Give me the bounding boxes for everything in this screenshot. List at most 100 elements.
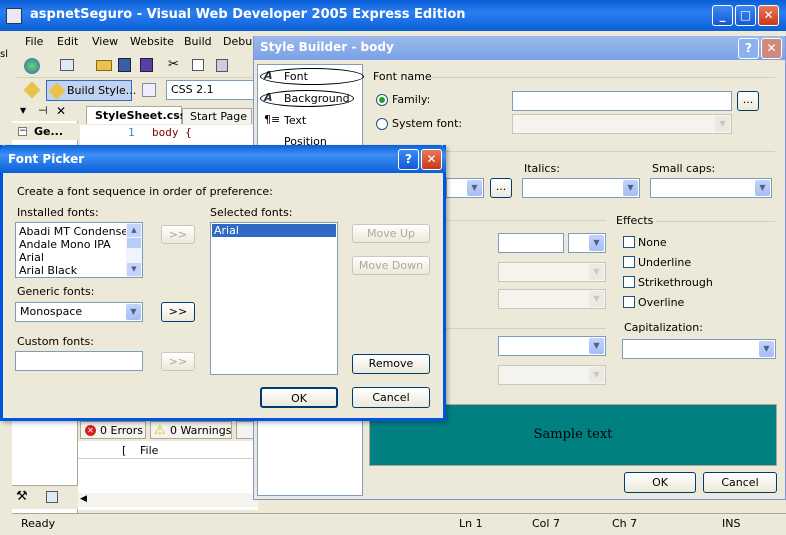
system-font-select[interactable]: ▼ bbox=[512, 114, 732, 134]
add-item-icon[interactable] bbox=[60, 59, 74, 71]
relative-size-select[interactable]: ▼ bbox=[498, 262, 606, 282]
code-editor[interactable]: 1 body { bbox=[80, 125, 260, 145]
system-font-radio[interactable] bbox=[376, 118, 388, 130]
new-project-icon[interactable] bbox=[24, 58, 40, 74]
horizontal-scrollbar[interactable]: ◀ bbox=[78, 493, 258, 507]
menu-website[interactable]: Website bbox=[130, 35, 174, 48]
menu-view[interactable]: View bbox=[92, 35, 118, 48]
help-icon[interactable]: ? bbox=[738, 38, 759, 59]
generic-fonts-select[interactable]: Monospace ▼ bbox=[15, 302, 143, 322]
column-file[interactable]: File bbox=[140, 444, 158, 457]
selected-font-item[interactable]: Arial bbox=[212, 224, 336, 237]
font-picker-close-icon[interactable]: ✕ bbox=[421, 149, 442, 170]
size-value-input[interactable] bbox=[498, 233, 564, 253]
bold-select[interactable]: ▼ bbox=[498, 336, 606, 356]
scroll-down-icon[interactable]: ▼ bbox=[127, 263, 141, 276]
menu-build[interactable]: Build bbox=[184, 35, 212, 48]
nav-item-text[interactable]: ¶≡ Text bbox=[260, 111, 360, 131]
scroll-thumb[interactable] bbox=[127, 238, 141, 248]
minimize-icon[interactable]: _ bbox=[712, 5, 733, 26]
save-all-icon[interactable] bbox=[140, 58, 153, 72]
installed-font-item[interactable]: Arial Black bbox=[19, 264, 77, 277]
absolute-size-select[interactable]: ▼ bbox=[498, 289, 606, 309]
family-label: Family: bbox=[392, 93, 431, 106]
tab-stylesheet[interactable]: StyleSheet.css bbox=[86, 106, 186, 124]
family-radio[interactable] bbox=[376, 94, 388, 106]
style-builder-cancel-button[interactable]: Cancel bbox=[703, 472, 777, 493]
bold-value-select[interactable]: ▼ bbox=[498, 365, 606, 385]
capitalization-select[interactable]: ▼ bbox=[622, 339, 776, 359]
close-pane-icon[interactable]: ✕ bbox=[56, 104, 66, 118]
paste-icon[interactable] bbox=[216, 59, 228, 72]
build-style-button[interactable]: Build Style... bbox=[46, 80, 136, 101]
style-builder-title-bar[interactable]: Style Builder - body ? ✕ bbox=[254, 36, 785, 60]
selected-fonts-list[interactable]: Arial bbox=[210, 222, 338, 375]
small-caps-label: Small caps: bbox=[652, 162, 716, 175]
installed-font-item[interactable]: Andale Mono IPA bbox=[19, 238, 111, 251]
properties-tab-icon[interactable] bbox=[46, 491, 58, 503]
custom-fonts-input[interactable] bbox=[15, 351, 143, 371]
nav-item-background[interactable]: A Background bbox=[260, 89, 360, 109]
font-picker-title-bar[interactable]: Font Picker ? ✕ bbox=[0, 145, 446, 173]
nav-item-position[interactable]: Position bbox=[260, 133, 360, 145]
font-picker-ok-button[interactable]: OK bbox=[260, 387, 338, 408]
add-generic-font-button[interactable]: >> bbox=[161, 302, 195, 322]
effect-overline-checkbox[interactable] bbox=[623, 296, 635, 308]
scroll-up-icon[interactable]: ▲ bbox=[127, 224, 141, 237]
add-installed-font-button[interactable]: >> bbox=[161, 225, 195, 244]
maximize-icon[interactable]: □ bbox=[735, 5, 756, 26]
effect-none-checkbox[interactable] bbox=[623, 236, 635, 248]
text-nav-icon: ¶≡ bbox=[264, 113, 281, 126]
installed-font-item[interactable]: Abadi MT Condensed bbox=[19, 225, 135, 238]
vs-title-bar[interactable]: aspnetSeguro - Visual Web Developer 2005… bbox=[0, 0, 786, 31]
size-select[interactable]: ▼ bbox=[446, 178, 484, 198]
installed-font-item[interactable]: Arial bbox=[19, 251, 44, 264]
installed-fonts-scrollbar[interactable]: ▲ ▼ bbox=[126, 223, 142, 277]
error-list-header: [ File bbox=[78, 443, 258, 459]
style-icon[interactable] bbox=[23, 81, 41, 99]
tree-item[interactable]: − Ge... bbox=[12, 123, 78, 140]
effect-underline-checkbox[interactable] bbox=[623, 256, 635, 268]
open-file-icon[interactable] bbox=[96, 60, 112, 71]
css-properties-icon[interactable] bbox=[142, 83, 156, 97]
status-line: Ln 1 bbox=[459, 517, 483, 530]
move-up-button[interactable]: Move Up bbox=[352, 224, 430, 243]
installed-fonts-list[interactable]: Abadi MT Condensed Andale Mono IPA Arial… bbox=[15, 222, 143, 278]
scroll-left-icon[interactable]: ◀ bbox=[80, 494, 87, 504]
warning-icon: ⚠ bbox=[154, 423, 166, 438]
copy-icon[interactable] bbox=[192, 59, 204, 71]
nav-item-font[interactable]: A Font bbox=[260, 67, 364, 87]
family-browse-button[interactable]: ... bbox=[737, 91, 759, 111]
css-version-select[interactable]: CSS 2.1 bbox=[166, 80, 256, 100]
style-builder-close-icon[interactable]: ✕ bbox=[761, 38, 782, 59]
remove-button[interactable]: Remove bbox=[352, 354, 430, 374]
tools-icon[interactable]: ⚒ bbox=[16, 489, 28, 504]
family-input[interactable] bbox=[512, 91, 732, 111]
collapse-icon[interactable]: − bbox=[18, 127, 27, 136]
dropdown-arrow-icon[interactable]: ▼ bbox=[20, 106, 26, 115]
small-caps-select[interactable]: ▼ bbox=[650, 178, 772, 198]
menu-file[interactable]: File bbox=[25, 35, 43, 48]
add-custom-font-button[interactable]: >> bbox=[161, 352, 195, 371]
installed-fonts-label: Installed fonts: bbox=[17, 206, 99, 219]
font-picker-help-icon[interactable]: ? bbox=[398, 149, 419, 170]
effect-overline-label: Overline bbox=[638, 296, 685, 309]
side-pane-tabs: ⚒ bbox=[12, 485, 78, 509]
menu-edit[interactable]: Edit bbox=[57, 35, 78, 48]
font-picker-cancel-button[interactable]: Cancel bbox=[352, 387, 430, 408]
tab-start-page[interactable]: Start Page bbox=[182, 108, 252, 124]
errors-filter-button[interactable]: ✕ 0 Errors bbox=[80, 421, 146, 439]
italics-select[interactable]: ▼ bbox=[522, 178, 640, 198]
move-down-button[interactable]: Move Down bbox=[352, 256, 430, 275]
color-browse-button[interactable]: ... bbox=[490, 178, 512, 198]
effect-strikethrough-checkbox[interactable] bbox=[623, 276, 635, 288]
close-icon[interactable]: ✕ bbox=[758, 5, 779, 26]
error-list: ✕ 0 Errors ⚠ 0 Warnings [ File ◀ bbox=[78, 418, 258, 510]
warnings-filter-button[interactable]: ⚠ 0 Warnings bbox=[150, 421, 232, 439]
cut-icon[interactable]: ✂ bbox=[168, 57, 179, 72]
size-unit-select[interactable]: ▼ bbox=[568, 233, 606, 253]
style-builder-ok-button[interactable]: OK bbox=[624, 472, 696, 493]
selected-fonts-label: Selected fonts: bbox=[210, 206, 293, 219]
save-icon[interactable] bbox=[118, 58, 131, 72]
pin-icon[interactable]: ⊣ bbox=[38, 104, 48, 117]
